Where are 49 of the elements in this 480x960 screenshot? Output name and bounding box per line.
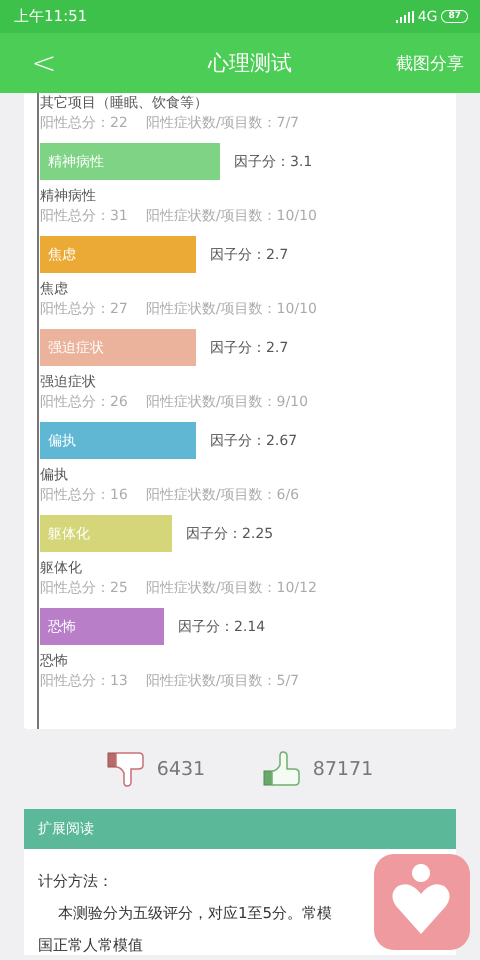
reading-paragraph: 本测验分为五级评分，对应1至5分。常模: [57, 903, 334, 923]
symptom-count: 阳性症状数/项目数：6/6: [146, 486, 300, 505]
factor-name: 偏执: [40, 466, 69, 485]
positive-total: 阳性总分：27: [40, 300, 128, 319]
positive-total: 阳性总分：22: [40, 114, 128, 133]
factor-score: 因子分：2.14: [178, 618, 266, 636]
factor-bar: 精神病性: [40, 143, 220, 180]
reading-paragraph: 国正常人常模值: [38, 935, 144, 955]
factor-score: 因子分：2.7: [210, 338, 288, 356]
symptom-count: 阳性症状数/项目数：9/10: [146, 393, 308, 412]
heart-app-icon[interactable]: [374, 854, 470, 950]
share-screenshot-button[interactable]: 截图分享: [396, 52, 464, 74]
back-button[interactable]: <: [24, 46, 64, 80]
symptom-count: 阳性症状数/项目数：10/10: [146, 207, 317, 226]
like-count: 87171: [312, 758, 374, 780]
factor-name: 强迫症状: [40, 373, 97, 392]
positive-total: 阳性总分：13: [40, 672, 128, 691]
symptom-count: 阳性症状数/项目数：10/12: [146, 579, 317, 598]
factor-bar: 躯体化: [40, 515, 172, 552]
page-title: 心理测试: [208, 50, 292, 77]
factor-name: 焦虑: [40, 280, 69, 299]
factor-score: 因子分：2.67: [210, 432, 298, 450]
factor-score: 因子分：2.25: [186, 524, 274, 542]
factor-bar: 偏执: [40, 422, 196, 459]
factor-bar: 恐怖: [40, 608, 164, 645]
symptom-count: 阳性症状数/项目数：5/7: [146, 672, 300, 691]
positive-total: 阳性总分：16: [40, 486, 128, 505]
positive-total: 阳性总分：26: [40, 393, 128, 412]
thumbs-down-icon[interactable]: [106, 751, 145, 787]
factor-bar: 强迫症状: [40, 329, 196, 366]
network-label: 4G: [418, 8, 438, 24]
positive-total: 阳性总分：25: [40, 579, 128, 598]
factor-bar: 焦虑: [40, 236, 196, 273]
battery-icon: 87: [441, 10, 468, 23]
status-time: 上午11:51: [14, 7, 88, 26]
signal-icon: [396, 10, 414, 22]
factor-name: 其它项目（睡眠、饮食等）: [40, 94, 209, 113]
factor-name: 躯体化: [40, 559, 83, 578]
dislike-count: 6431: [156, 758, 206, 780]
factor-score: 因子分：3.1: [234, 152, 312, 170]
symptom-count: 阳性症状数/项目数：10/10: [146, 300, 317, 319]
factor-name: 精神病性: [40, 187, 97, 206]
reading-heading: 计分方法：: [38, 871, 114, 891]
positive-total: 阳性总分：31: [40, 207, 128, 226]
symptom-count: 阳性症状数/项目数：7/7: [146, 114, 300, 133]
reading-title: 扩展阅读: [24, 809, 456, 849]
factor-score: 因子分：2.7: [210, 246, 288, 264]
thumbs-up-icon[interactable]: [262, 751, 301, 787]
factor-name: 恐怖: [40, 652, 69, 671]
